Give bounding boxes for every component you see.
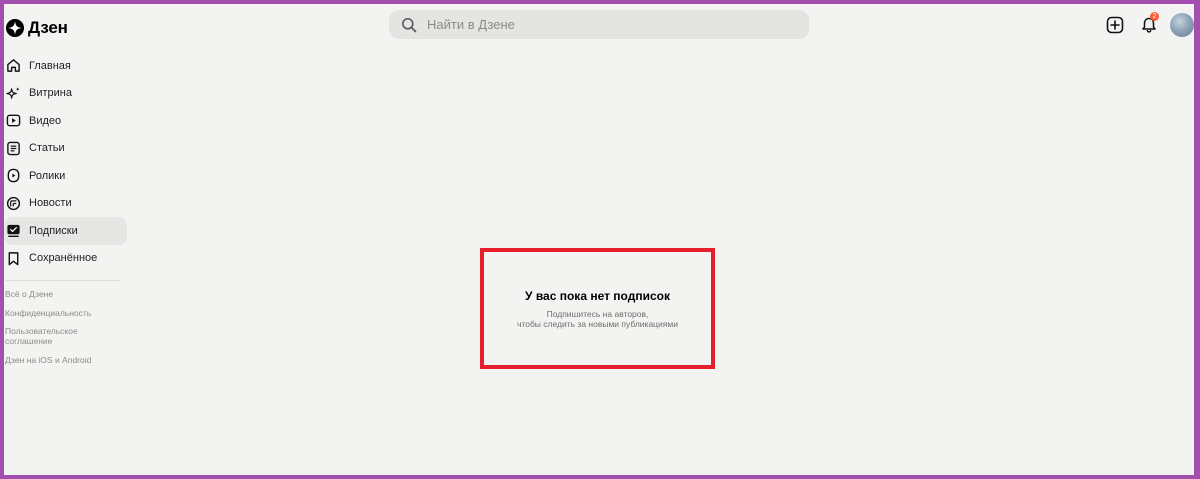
article-icon bbox=[7, 141, 20, 156]
window-frame: Дзен 2 Гл bbox=[0, 0, 1200, 479]
empty-state-subtitle-line: чтобы следить за новыми публикациями bbox=[516, 318, 678, 329]
sidebar-item-label: Подписки bbox=[29, 224, 78, 237]
sidebar-item-saved[interactable]: Сохранённое bbox=[4, 245, 127, 273]
search-icon bbox=[402, 17, 417, 32]
sidebar-item-home[interactable]: Главная bbox=[4, 52, 127, 80]
subscriptions-icon bbox=[7, 225, 20, 238]
notifications-button[interactable]: 2 bbox=[1136, 12, 1162, 38]
news-icon bbox=[6, 196, 21, 210]
sidebar-item-label: Ролики bbox=[29, 169, 66, 182]
sidebar-item-label: Новости bbox=[29, 197, 72, 210]
sidebar-item-subscriptions[interactable]: Подписки bbox=[4, 217, 127, 245]
sidebar-item-label: Сохранённое bbox=[29, 252, 98, 265]
logo-text: Дзен bbox=[28, 18, 68, 37]
dzen-logo-icon bbox=[6, 19, 24, 37]
header-actions: 2 bbox=[1102, 10, 1194, 40]
footer-link-about[interactable]: Всё о Дзене bbox=[4, 289, 127, 299]
create-button[interactable] bbox=[1102, 12, 1128, 38]
clips-icon bbox=[7, 168, 20, 183]
empty-state: У вас пока нет подписок Подпишитесь на а… bbox=[480, 248, 715, 369]
home-icon bbox=[7, 59, 20, 73]
user-avatar[interactable] bbox=[1170, 13, 1194, 37]
app: Дзен 2 Гл bbox=[4, 4, 1194, 475]
sparkle-icon bbox=[6, 86, 20, 99]
sidebar-item-label: Видео bbox=[29, 114, 62, 127]
sidebar-item-label: Статьи bbox=[29, 142, 65, 155]
sidebar-item-articles[interactable]: Статьи bbox=[4, 135, 127, 163]
search-input[interactable] bbox=[427, 17, 787, 32]
search-bar[interactable] bbox=[389, 10, 809, 39]
sidebar-item-news[interactable]: Новости bbox=[4, 190, 127, 218]
sidebar-divider bbox=[6, 280, 121, 281]
empty-state-subtitle: Подпишитесь на авторов, чтобы следить за… bbox=[503, 309, 693, 329]
footer-link-terms[interactable]: Пользовательское соглашение bbox=[4, 326, 84, 346]
footer-link-apps[interactable]: Дзен на iOS и Android bbox=[4, 355, 127, 365]
video-icon bbox=[6, 114, 21, 127]
plus-square-icon bbox=[1106, 16, 1124, 34]
footer-link-privacy[interactable]: Конфиденциальность bbox=[4, 308, 127, 318]
sidebar-item-showcase[interactable]: Витрина bbox=[4, 80, 127, 108]
empty-state-title: У вас пока нет подписок bbox=[525, 288, 670, 303]
bookmark-icon bbox=[8, 251, 19, 266]
sidebar: Главная Витрина Видео Статьи Ролики Ново… bbox=[4, 52, 127, 373]
dzen-logo[interactable]: Дзен bbox=[6, 18, 68, 38]
notifications-badge: 2 bbox=[1150, 12, 1159, 21]
sidebar-item-label: Главная bbox=[29, 59, 71, 72]
sidebar-item-clips[interactable]: Ролики bbox=[4, 162, 127, 190]
sidebar-item-video[interactable]: Видео bbox=[4, 107, 127, 135]
sidebar-item-label: Витрина bbox=[29, 87, 72, 100]
empty-state-subtitle-line: Подпишитесь на авторов, bbox=[546, 308, 649, 319]
